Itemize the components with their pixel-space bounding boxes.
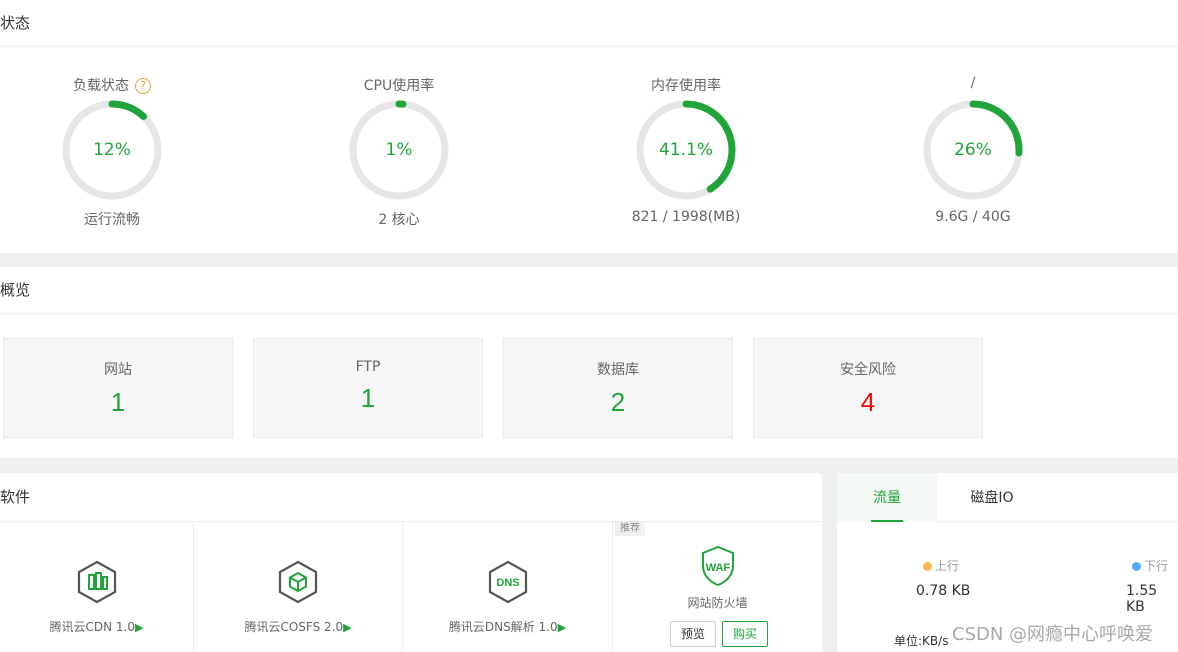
gauge-title: 内存使用率 bbox=[651, 78, 721, 94]
tab-disk-io[interactable]: 磁盘IO bbox=[937, 473, 1047, 522]
software-item-cdn[interactable]: 腾讯云CDN 1.0▶ bbox=[0, 522, 194, 652]
gauge-subtitle: 运行流畅 bbox=[84, 212, 140, 228]
status-panel: 状态 负载状态? 12% 运行流畅 CPU使用率 1% 2 核心 内存使用率 4… bbox=[0, 0, 1178, 253]
download-label: 下行 bbox=[1144, 559, 1169, 573]
help-icon[interactable]: ? bbox=[135, 78, 151, 94]
gauge-title: / bbox=[970, 75, 976, 91]
software-item-name: 腾讯云COSFS 2.0 bbox=[244, 620, 344, 634]
upload-dot-icon bbox=[923, 562, 932, 571]
gauge-subtitle: 2 核心 bbox=[378, 212, 420, 228]
software-item-waf[interactable]: 推荐 WAF 网站防火墙 预览 购买 bbox=[613, 522, 822, 652]
software-item-cosfs[interactable]: 腾讯云COSFS 2.0▶ bbox=[194, 522, 403, 652]
download-value: 1.55 KB bbox=[1126, 583, 1158, 615]
overview-card-label: 安全风险 bbox=[840, 362, 896, 378]
overview-card-sites[interactable]: 网站 1 bbox=[3, 338, 233, 438]
overview-card-label: FTP bbox=[355, 359, 381, 375]
gauge-ring: 12% bbox=[60, 98, 164, 202]
traffic-tabs: 流量 磁盘IO bbox=[837, 473, 1178, 522]
recommend-badge: 推荐 bbox=[615, 522, 645, 536]
gauge-value: 1% bbox=[385, 140, 413, 160]
overview-card-ftp[interactable]: FTP 1 bbox=[253, 338, 483, 438]
waf-shield-icon: WAF bbox=[698, 544, 738, 588]
software-title: 软件 bbox=[0, 473, 822, 522]
overview-card-count: 1 bbox=[110, 387, 126, 417]
preview-button[interactable]: 预览 bbox=[670, 621, 717, 647]
gauge-subtitle: 9.6G / 40G bbox=[935, 209, 1011, 225]
download-dot-icon bbox=[1132, 562, 1141, 571]
status-title: 状态 bbox=[0, 0, 1178, 47]
play-icon[interactable]: ▶ bbox=[343, 621, 351, 634]
upload-legend: 上行 bbox=[923, 557, 959, 574]
overview-card-label: 数据库 bbox=[597, 362, 639, 378]
download-legend: 下行 bbox=[1132, 557, 1168, 574]
buy-button[interactable]: 购买 bbox=[722, 621, 769, 647]
overview-card-count: 2 bbox=[610, 387, 626, 417]
watermark: CSDN @网瘾中心呼唤爱 bbox=[952, 624, 1154, 645]
overview-card-database[interactable]: 数据库 2 bbox=[503, 338, 733, 438]
cosfs-icon bbox=[278, 560, 318, 604]
gauge-ring: 41.1% bbox=[634, 98, 738, 202]
gauge-value: 12% bbox=[93, 140, 131, 160]
overview-title: 概览 bbox=[0, 267, 1178, 314]
tab-traffic[interactable]: 流量 bbox=[837, 473, 937, 522]
waf-icon-label: WAF bbox=[705, 562, 730, 574]
dns-icon: DNS bbox=[488, 560, 528, 604]
upload-value: 0.78 KB bbox=[916, 583, 971, 599]
overview-card-count: 1 bbox=[360, 383, 376, 413]
software-item-name: 腾讯云CDN 1.0 bbox=[49, 620, 136, 634]
gauge-value: 26% bbox=[954, 140, 992, 160]
overview-card-count: 4 bbox=[860, 387, 876, 417]
gauge-value: 41.1% bbox=[658, 140, 713, 160]
waf-name: 网站防火墙 bbox=[687, 596, 748, 610]
dns-icon-label: DNS bbox=[496, 577, 519, 589]
software-item-name: 腾讯云DNS解析 1.0 bbox=[448, 620, 558, 634]
upload-label: 上行 bbox=[935, 559, 960, 573]
gauge-title: CPU使用率 bbox=[363, 78, 435, 94]
play-icon[interactable]: ▶ bbox=[135, 621, 143, 634]
gauge-ring: 1% bbox=[347, 98, 451, 202]
gauge-title: 负载状态 bbox=[73, 78, 129, 94]
play-icon[interactable]: ▶ bbox=[558, 621, 566, 634]
overview-card-security-risk[interactable]: 安全风险 4 bbox=[753, 338, 983, 438]
traffic-unit: 单位:KB/s bbox=[894, 634, 949, 648]
overview-card-label: 网站 bbox=[104, 362, 132, 378]
overview-panel: 概览 网站 1 FTP 1 数据库 2 安全风险 4 bbox=[0, 267, 1178, 458]
gauge-subtitle: 821 / 1998(MB) bbox=[631, 209, 741, 225]
software-panel: 软件 腾讯云CDN 1.0▶ 腾讯云COSFS 2.0▶ DNS 腾讯云DNS解… bbox=[0, 473, 822, 652]
cdn-icon bbox=[77, 560, 117, 604]
software-item-dns[interactable]: DNS 腾讯云DNS解析 1.0▶ bbox=[403, 522, 613, 652]
gauge-ring: 26% bbox=[921, 98, 1025, 202]
